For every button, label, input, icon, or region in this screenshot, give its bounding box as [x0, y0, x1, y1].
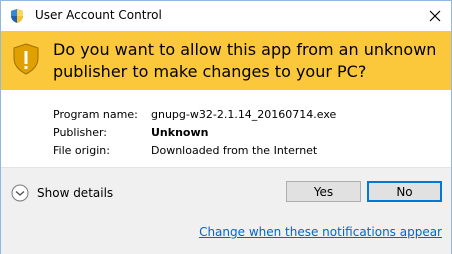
- publisher-row: Publisher: Unknown: [53, 124, 336, 142]
- shield-icon: [11, 9, 23, 23]
- origin-row: File origin: Downloaded from the Interne…: [53, 142, 336, 160]
- no-button[interactable]: No: [367, 181, 442, 202]
- close-icon: [429, 10, 441, 22]
- title-bar: User Account Control: [1, 1, 451, 31]
- program-name-value: gnupg-w32-2.1.14_20160714.exe: [151, 108, 337, 121]
- warning-banner: Do you want to allow this app from an un…: [1, 31, 451, 90]
- notification-settings-link[interactable]: Change when these notifications appear: [199, 225, 442, 239]
- chevron-down-icon: [11, 184, 29, 202]
- program-name-label: Program name:: [53, 108, 138, 121]
- dialog-footer: Show details Yes No Change when these no…: [1, 167, 451, 254]
- publisher-label: Publisher:: [53, 126, 108, 139]
- show-details-toggle[interactable]: Show details: [11, 184, 113, 202]
- program-row: Program name: gnupg-w32-2.1.14_20160714.…: [53, 106, 336, 124]
- publisher-value: Unknown: [151, 126, 209, 139]
- uac-dialog: User Account Control Do you want to allo…: [0, 0, 452, 254]
- shield-icon: [13, 43, 39, 75]
- program-info: Program name: gnupg-w32-2.1.14_20160714.…: [53, 106, 336, 160]
- file-origin-label: File origin:: [53, 144, 110, 157]
- uac-question: Do you want to allow this app from an un…: [53, 40, 437, 81]
- close-button[interactable]: [419, 1, 451, 31]
- window-title: User Account Control: [35, 8, 162, 22]
- yes-button[interactable]: Yes: [286, 181, 361, 202]
- show-details-label: Show details: [37, 186, 114, 200]
- file-origin-value: Downloaded from the Internet: [151, 144, 318, 157]
